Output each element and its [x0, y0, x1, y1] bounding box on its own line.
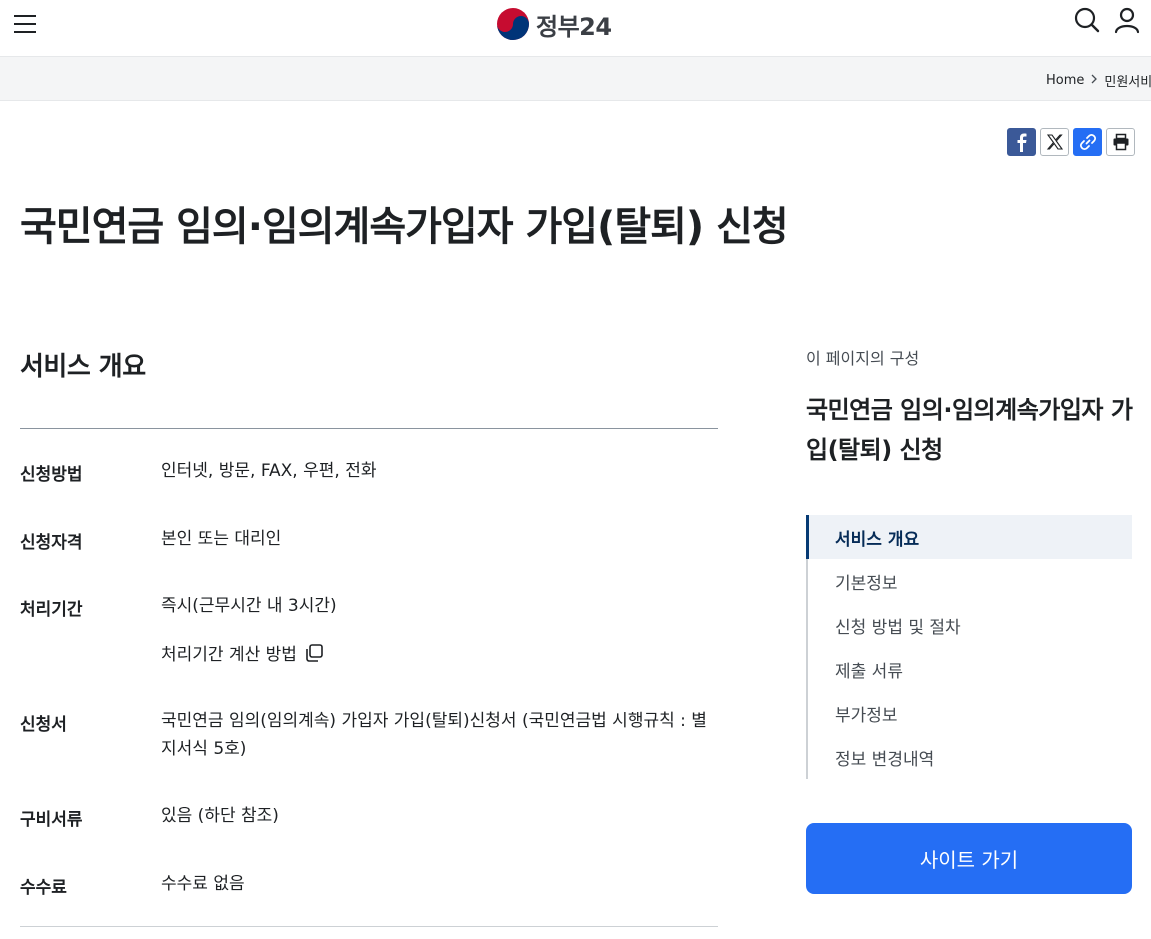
copy-icon: [306, 643, 323, 662]
go-to-site-button[interactable]: 사이트 가기: [806, 823, 1132, 894]
link-icon[interactable]: [1073, 128, 1102, 156]
breadcrumb-current[interactable]: 민원서비스: [1104, 71, 1151, 90]
row-label-fee: 수수료: [20, 878, 67, 898]
row-label-period: 처리기간: [20, 600, 83, 620]
period-calc-link[interactable]: 처리기간 계산 방법: [161, 640, 325, 665]
row-value-documents: 있음 (하단 참조): [161, 806, 279, 826]
row-value-period: 즉시(근무시간 내 3시간): [161, 596, 337, 616]
toc-item-documents[interactable]: 제출 서류: [808, 647, 1132, 691]
toc-title: 국민연금 임의·임의계속가입자 가입(탈퇴) 신청: [806, 396, 1133, 464]
row-label-documents: 구비서류: [20, 810, 83, 830]
toc-item-changelog[interactable]: 정보 변경내역: [808, 735, 1132, 779]
x-icon[interactable]: [1040, 128, 1069, 156]
taegeuk-logo-icon: [497, 8, 529, 40]
facebook-icon[interactable]: [1007, 128, 1036, 156]
toc-item-overview[interactable]: 서비스 개요: [806, 515, 1132, 559]
toc-item-procedure[interactable]: 신청 방법 및 절차: [808, 603, 1132, 647]
toc-item-additional[interactable]: 부가정보: [808, 691, 1132, 735]
section-divider-top: [20, 428, 718, 429]
user-icon[interactable]: [1113, 6, 1141, 34]
site-logo[interactable]: 정부24: [496, 6, 612, 42]
row-value-eligibility: 본인 또는 대리인: [161, 529, 282, 549]
toc-nav: 서비스 개요 기본정보 신청 방법 및 절차 제출 서류 부가정보 정보 변경내…: [806, 515, 1132, 779]
breadcrumb: Home 민원서비스: [1046, 71, 1151, 90]
row-label-form: 신청서: [20, 715, 67, 735]
section-divider-bottom: [20, 926, 718, 927]
row-value-method: 인터넷, 방문, FAX, 우편, 전화: [161, 461, 377, 481]
row-value-form: 국민연금 임의(임의계속) 가입자 가입(탈퇴)신청서 (국민연금법 시행규칙 …: [161, 711, 707, 759]
period-calc-label: 처리기간 계산 방법: [161, 645, 297, 665]
site-header: 정부24: [0, 0, 1151, 57]
section-title-overview: 서비스 개요: [20, 352, 146, 382]
chevron-right-icon: [1090, 73, 1098, 88]
toc-item-basic-info[interactable]: 기본정보: [808, 559, 1132, 603]
row-label-method: 신청방법: [20, 465, 83, 485]
page-title: 국민연금 임의·임의계속가입자 가입(탈퇴) 신청: [20, 204, 789, 250]
share-toolbar: [1007, 128, 1135, 156]
breadcrumb-bar: Home 민원서비스: [0, 57, 1151, 101]
breadcrumb-home[interactable]: Home: [1046, 73, 1084, 88]
print-icon[interactable]: [1106, 128, 1135, 156]
menu-icon[interactable]: [12, 12, 38, 36]
row-label-eligibility: 신청자격: [20, 533, 83, 553]
toc-caption: 이 페이지의 구성: [806, 349, 920, 368]
row-value-fee: 수수료 없음: [161, 874, 245, 894]
search-icon[interactable]: [1073, 6, 1101, 34]
logo-text: 정부24: [536, 12, 612, 41]
